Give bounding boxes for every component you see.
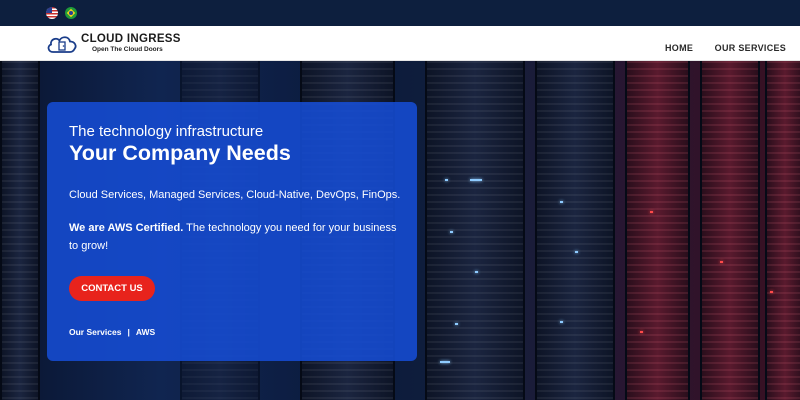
- link-separator: |: [127, 327, 130, 337]
- link-aws[interactable]: AWS: [136, 327, 155, 337]
- main-navbar: CLOUD INGRESS Open The Cloud Doors HOME …: [0, 26, 800, 61]
- cloud-door-icon: [47, 36, 77, 53]
- aws-certified-bold: We are AWS Certified.: [69, 222, 184, 234]
- hero-subheading: The technology infrastructure: [69, 123, 264, 140]
- nav-item-our-services[interactable]: OUR SERVICES: [715, 43, 786, 53]
- nav-menu: HOME OUR SERVICES AW: [665, 38, 800, 56]
- hero-section: The technology infrastructure Your Compa…: [0, 61, 800, 400]
- link-our-services[interactable]: Our Services: [69, 327, 121, 337]
- logo-title: CLOUD INGRESS: [81, 33, 181, 45]
- logo[interactable]: CLOUD INGRESS Open The Cloud Doors: [46, 31, 186, 57]
- nav-item-home[interactable]: HOME: [665, 43, 693, 53]
- services-list: Cloud Services, Managed Services, Cloud-…: [69, 189, 401, 201]
- contact-us-button[interactable]: CONTACT US: [69, 276, 155, 301]
- hero-panel: The technology infrastructure Your Compa…: [47, 102, 417, 361]
- top-bar: [0, 0, 800, 26]
- logo-tagline: Open The Cloud Doors: [92, 46, 163, 53]
- hero-heading: Your Company Needs: [69, 141, 291, 165]
- aws-certified-text: We are AWS Certified. The technology you…: [69, 219, 404, 255]
- brazil-flag-icon[interactable]: [65, 7, 77, 19]
- us-flag-icon[interactable]: [46, 7, 58, 19]
- panel-links: Our Services | AWS: [69, 327, 155, 337]
